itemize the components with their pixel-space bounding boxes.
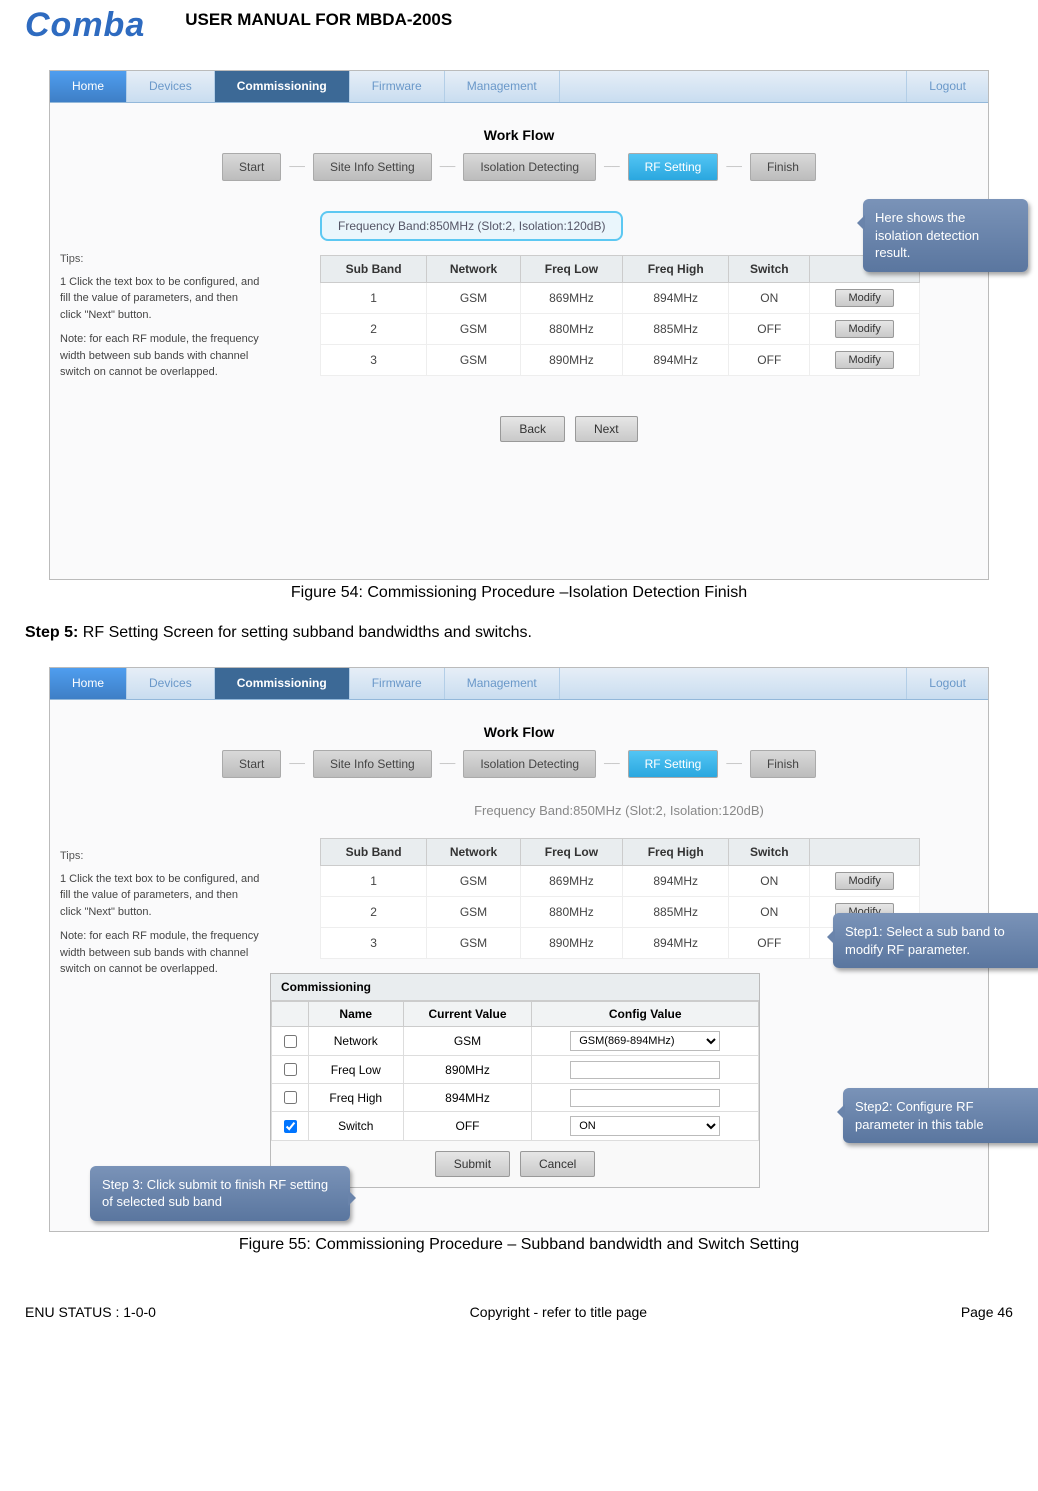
wf-step-isolation[interactable]: Isolation Detecting	[463, 750, 596, 778]
nav-management[interactable]: Management	[445, 71, 560, 102]
table-row: Freq High 894MHz	[272, 1084, 759, 1112]
commissioning-panel-title: Commissioning	[271, 974, 759, 1001]
row-checkbox[interactable]	[284, 1120, 297, 1133]
network-select[interactable]: GSM(869-894MHz)	[570, 1031, 720, 1051]
footer-right: Page 46	[961, 1304, 1013, 1320]
frequency-band-tag: Frequency Band:850MHz (Slot:2, Isolation…	[320, 211, 623, 241]
col-current: Current Value	[403, 1002, 532, 1027]
row-checkbox[interactable]	[284, 1091, 297, 1104]
commissioning-panel: Commissioning Name Current Value Config …	[270, 973, 760, 1188]
footer-center: Copyright - refer to title page	[470, 1304, 647, 1320]
table-row: Freq Low 890MHz	[272, 1056, 759, 1084]
frequency-band-text: Frequency Band:850MHz (Slot:2, Isolation…	[474, 803, 764, 818]
tips-line2: Note: for each RF module, the frequency …	[60, 928, 260, 978]
table-row: Switch OFF ON	[272, 1112, 759, 1141]
switch-select[interactable]: ON	[570, 1116, 720, 1136]
nav-home[interactable]: Home	[50, 71, 127, 102]
tips-line1: 1 Click the text box to be configured, a…	[60, 274, 260, 324]
table-row: 3GSM890MHz894MHzOFFModify	[321, 345, 920, 376]
callout-step3: Step 3: Click submit to finish RF settin…	[90, 1166, 350, 1221]
config-table: Name Current Value Config Value Network …	[271, 1001, 759, 1141]
wf-step-siteinfo[interactable]: Site Info Setting	[313, 153, 432, 181]
wf-step-rfsetting[interactable]: RF Setting	[628, 750, 719, 778]
col-subband: Sub Band	[321, 256, 427, 283]
figure-54-screenshot: Home Devices Commissioning Firmware Mana…	[49, 70, 989, 580]
step5-text: Step 5: RF Setting Screen for setting su…	[25, 624, 1013, 642]
wf-step-start[interactable]: Start	[222, 750, 281, 778]
tips-line2: Note: for each RF module, the frequency …	[60, 331, 260, 381]
tips-heading: Tips:	[60, 848, 260, 865]
submit-button[interactable]: Submit	[435, 1151, 510, 1177]
tips-line1: 1 Click the text box to be configured, a…	[60, 871, 260, 921]
nav-firmware[interactable]: Firmware	[350, 668, 445, 699]
next-button[interactable]: Next	[575, 416, 638, 442]
workflow-steps: Start── Site Info Setting── Isolation De…	[50, 153, 988, 181]
figure-55-screenshot: Home Devices Commissioning Firmware Mana…	[49, 667, 989, 1232]
brand-logo: Comba	[25, 6, 145, 45]
modify-button[interactable]: Modify	[835, 351, 893, 369]
nav-management[interactable]: Management	[445, 668, 560, 699]
footer-left: ENU STATUS : 1-0-0	[25, 1304, 156, 1320]
col-network: Network	[427, 839, 521, 866]
top-nav: Home Devices Commissioning Firmware Mana…	[50, 71, 988, 103]
nav-logout[interactable]: Logout	[906, 668, 988, 699]
tips-panel: Tips: 1 Click the text box to be configu…	[60, 251, 260, 381]
workflow-title: Work Flow	[50, 724, 988, 740]
wf-step-start[interactable]: Start	[222, 153, 281, 181]
wf-step-rfsetting[interactable]: RF Setting	[628, 153, 719, 181]
row-checkbox[interactable]	[284, 1063, 297, 1076]
table-row: 2GSM880MHz885MHzOFFModify	[321, 314, 920, 345]
callout-isolation-result: Here shows the isolation detection resul…	[863, 199, 1028, 272]
tips-heading: Tips:	[60, 251, 260, 268]
tips-panel: Tips: 1 Click the text box to be configu…	[60, 848, 260, 978]
subband-table: Sub Band Network Freq Low Freq High Swit…	[320, 255, 920, 376]
freqhigh-input[interactable]	[570, 1089, 720, 1107]
wf-step-finish[interactable]: Finish	[750, 750, 816, 778]
back-button[interactable]: Back	[500, 416, 565, 442]
wf-step-isolation[interactable]: Isolation Detecting	[463, 153, 596, 181]
nav-devices[interactable]: Devices	[127, 71, 215, 102]
modify-button[interactable]: Modify	[835, 289, 893, 307]
wf-step-finish[interactable]: Finish	[750, 153, 816, 181]
wf-step-siteinfo[interactable]: Site Info Setting	[313, 750, 432, 778]
col-freqhigh: Freq High	[623, 256, 729, 283]
manual-title: USER MANUAL FOR MBDA-200S	[185, 10, 452, 30]
col-freqlow: Freq Low	[520, 839, 622, 866]
callout-step2: Step2: Configure RF parameter in this ta…	[843, 1088, 1038, 1143]
table-row: 1GSM869MHz894MHzONModify	[321, 866, 920, 897]
nav-devices[interactable]: Devices	[127, 668, 215, 699]
page-footer: ENU STATUS : 1-0-0 Copyright - refer to …	[25, 1304, 1013, 1320]
col-network: Network	[427, 256, 521, 283]
nav-home[interactable]: Home	[50, 668, 127, 699]
modify-button[interactable]: Modify	[835, 872, 893, 890]
col-switch: Switch	[729, 839, 810, 866]
col-check	[272, 1002, 309, 1027]
nav-commissioning[interactable]: Commissioning	[215, 668, 350, 699]
figure-54-caption: Figure 54: Commissioning Procedure –Isol…	[25, 584, 1013, 602]
workflow-steps: Start── Site Info Setting── Isolation De…	[50, 750, 988, 778]
table-row: 1GSM869MHz894MHzONModify	[321, 283, 920, 314]
row-checkbox[interactable]	[284, 1035, 297, 1048]
col-switch: Switch	[729, 256, 810, 283]
cancel-button[interactable]: Cancel	[520, 1151, 595, 1177]
nav-logout[interactable]: Logout	[906, 71, 988, 102]
figure-55-caption: Figure 55: Commissioning Procedure – Sub…	[25, 1236, 1013, 1254]
col-freqhigh: Freq High	[623, 839, 729, 866]
nav-commissioning[interactable]: Commissioning	[215, 71, 350, 102]
table-row: 2GSM880MHz885MHzONModify	[321, 897, 920, 928]
freqlow-input[interactable]	[570, 1061, 720, 1079]
workflow-title: Work Flow	[50, 127, 988, 143]
modify-button[interactable]: Modify	[835, 320, 893, 338]
nav-firmware[interactable]: Firmware	[350, 71, 445, 102]
top-nav: Home Devices Commissioning Firmware Mana…	[50, 668, 988, 700]
col-freqlow: Freq Low	[520, 256, 622, 283]
callout-step1: Step1: Select a sub band to modify RF pa…	[833, 913, 1038, 968]
col-action	[810, 839, 920, 866]
col-config: Config Value	[532, 1002, 759, 1027]
col-name: Name	[309, 1002, 404, 1027]
col-subband: Sub Band	[321, 839, 427, 866]
table-row: Network GSM GSM(869-894MHz)	[272, 1027, 759, 1056]
